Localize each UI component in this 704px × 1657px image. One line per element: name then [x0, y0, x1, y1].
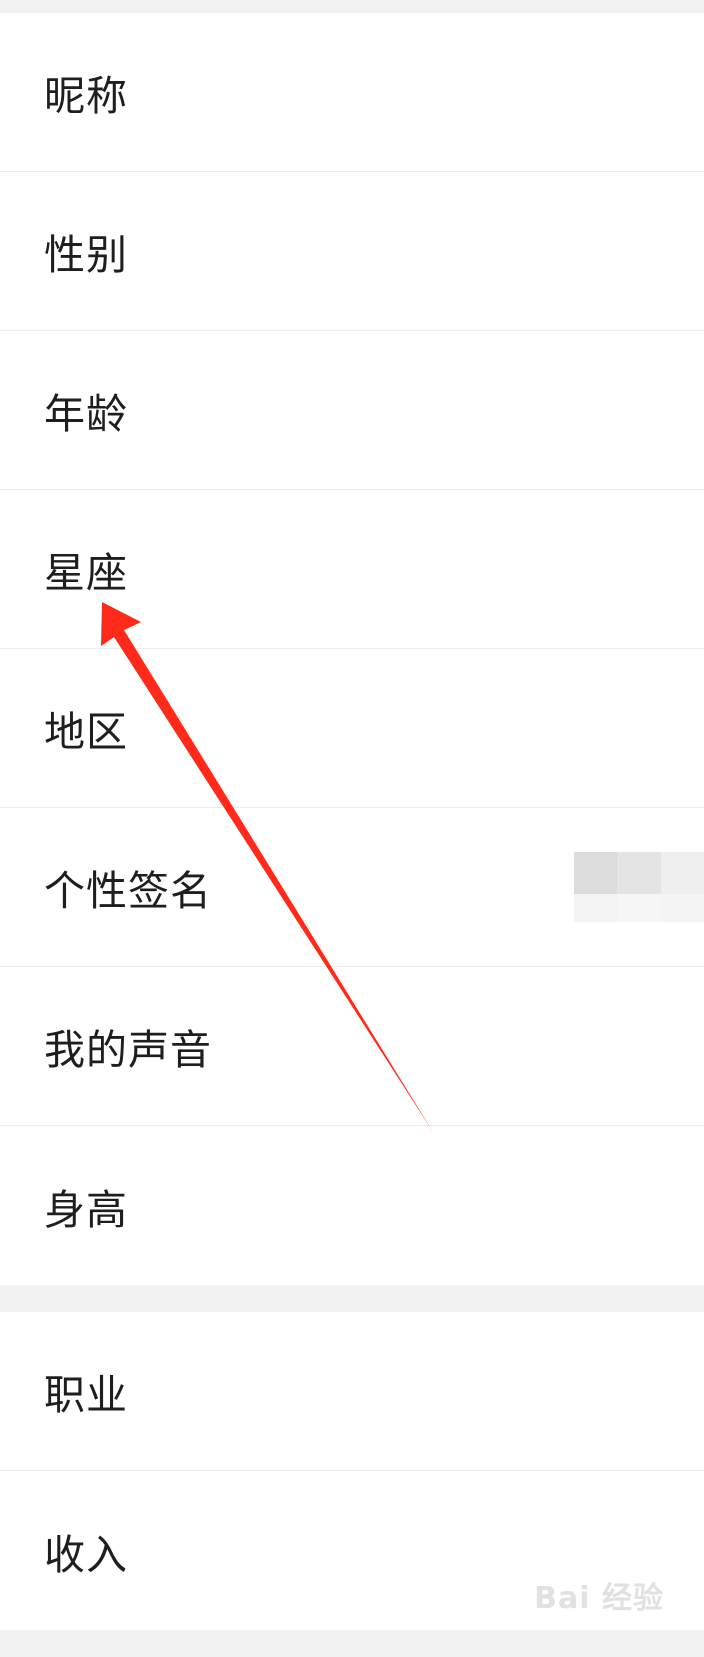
row-nickname[interactable]: 昵称	[0, 13, 704, 172]
row-label-age: 年龄	[44, 390, 128, 438]
baidu-jingyan-watermark: Bai 经验	[534, 1581, 664, 1616]
row-label-income: 收入	[44, 1530, 128, 1579]
row-age[interactable]: 年龄	[0, 331, 704, 490]
row-label-nickname: 昵称	[44, 72, 128, 120]
row-label-constellation: 星座	[44, 549, 128, 597]
row-constellation[interactable]: 星座	[0, 490, 704, 649]
row-label-gender: 性别	[44, 231, 128, 279]
row-signature[interactable]: 个性签名	[0, 808, 704, 967]
profile-settings-page: 昵称 性别 年龄 星座 地区 个性签名 我的声音 身高 职业 收入 Bai 经验	[0, 0, 704, 1657]
signature-value-blurred	[574, 852, 704, 922]
row-label-occupation: 职业	[44, 1371, 128, 1419]
row-label-signature: 个性签名	[44, 867, 212, 915]
row-label-my-voice: 我的声音	[44, 1026, 212, 1074]
profile-fields-group-basic: 昵称 性别 年龄 星座 地区 个性签名 我的声音 身高	[0, 13, 704, 1285]
row-label-height: 身高	[44, 1185, 128, 1234]
row-my-voice[interactable]: 我的声音	[0, 967, 704, 1126]
row-label-region: 地区	[44, 708, 128, 756]
row-height[interactable]: 身高	[0, 1126, 704, 1285]
row-occupation[interactable]: 职业	[0, 1312, 704, 1471]
row-region[interactable]: 地区	[0, 649, 704, 808]
row-gender[interactable]: 性别	[0, 172, 704, 331]
